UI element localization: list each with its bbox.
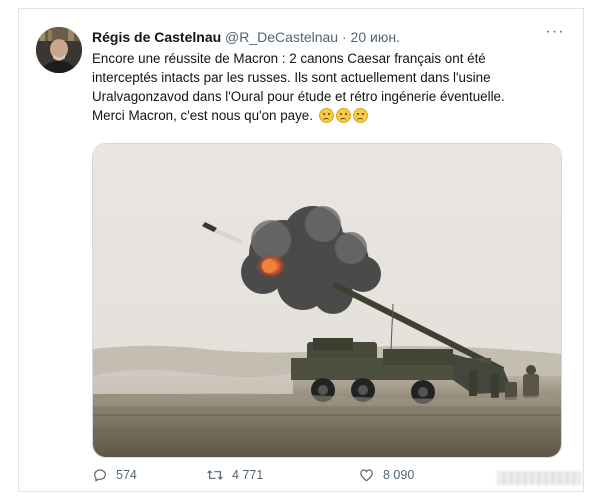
retweet-icon <box>207 470 223 480</box>
like-icon <box>360 469 373 482</box>
tweet-date[interactable]: 20 июн. <box>351 29 400 45</box>
avatar-image <box>36 27 82 73</box>
reply-icon <box>94 469 106 482</box>
tweet-actions: 574 4 771 8 090 <box>92 465 562 485</box>
retweet-button[interactable]: 4 771 <box>206 465 263 485</box>
tweet-header: Régis de Castelnau @R_DeCastelnau · 20 и… <box>92 29 563 49</box>
like-count: 8 090 <box>383 468 415 482</box>
avatar[interactable] <box>36 27 82 73</box>
tweet-text-line: Uralvagonzavod dans l'Oural pour étude e… <box>92 89 505 104</box>
reply-button[interactable]: 574 <box>92 465 137 485</box>
retweet-count: 4 771 <box>232 468 264 482</box>
frowning-face-emoji-icon <box>335 108 351 123</box>
frowning-face-emoji-icon <box>352 108 368 123</box>
author-handle[interactable]: @R_DeCastelnau <box>225 29 338 45</box>
tweet-text-line-last: Merci Macron, c'est nous qu'on paye. <box>92 106 562 125</box>
watermark-blur <box>497 471 581 485</box>
tweet-card[interactable]: Régis de Castelnau @R_DeCastelnau · 20 и… <box>18 8 584 492</box>
tweet-text: Encore une réussite de Macron : 2 canons… <box>92 49 562 125</box>
artillery-photo <box>93 144 561 457</box>
author-name[interactable]: Régis de Castelnau <box>92 29 221 45</box>
tweet-text-line: Encore une réussite de Macron : 2 canons… <box>92 51 486 66</box>
tweet-media-photo[interactable] <box>92 143 562 458</box>
reply-count: 574 <box>116 468 137 482</box>
tweet-text-line: Merci Macron, c'est nous qu'on paye. <box>92 108 313 123</box>
more-icon[interactable]: ··· <box>541 23 569 43</box>
separator: · <box>341 29 347 45</box>
frowning-face-emoji-icon <box>318 108 334 123</box>
like-button[interactable]: 8 090 <box>358 465 414 485</box>
tweet-text-line: interceptés intacts par les russes. Ils … <box>92 70 491 85</box>
